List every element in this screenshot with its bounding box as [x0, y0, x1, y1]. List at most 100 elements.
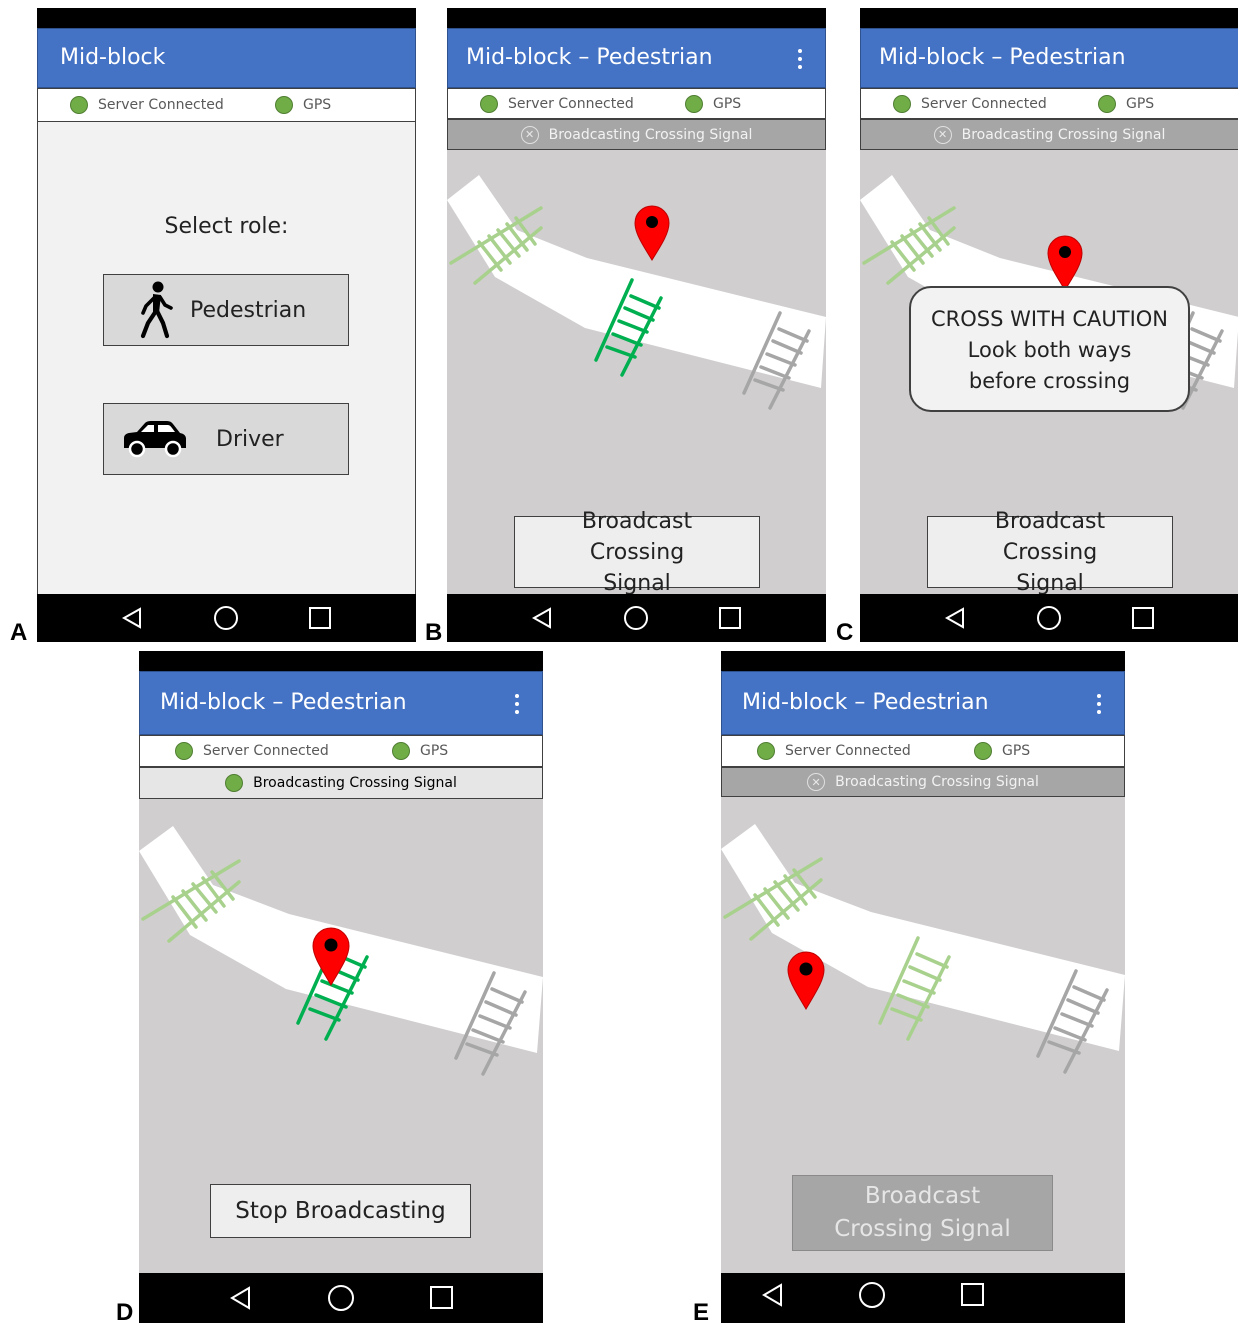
- gps-status-label: GPS: [303, 97, 332, 113]
- select-role-label: Select role:: [164, 214, 289, 239]
- circle-home-icon[interactable]: [1037, 606, 1061, 630]
- green-dot-icon: [974, 742, 992, 760]
- connection-status-row: Server Connected GPS: [721, 735, 1125, 767]
- green-dot-icon: [1098, 94, 1116, 113]
- green-dot-icon: [225, 774, 244, 792]
- status-bar: [721, 651, 1125, 671]
- road: [721, 824, 1125, 1051]
- triangle-back-icon[interactable]: [121, 607, 141, 629]
- app-header: Mid-block: [37, 28, 416, 88]
- connection-status-row: Server Connected GPS: [860, 88, 1238, 119]
- gps-status-label: GPS: [420, 743, 449, 759]
- page-title: Mid-block – Pedestrian: [742, 690, 989, 715]
- status-bar: [37, 8, 416, 28]
- server-status: Server Connected: [480, 94, 634, 113]
- gps-status: GPS: [1098, 94, 1154, 113]
- driver-role-button[interactable]: Driver: [103, 403, 349, 475]
- panel-label-c: C: [836, 619, 854, 646]
- map-view[interactable]: CROSS WITH CAUTION Look both ways before…: [860, 150, 1238, 596]
- server-status: Server Connected: [893, 94, 1047, 113]
- circle-home-icon[interactable]: [214, 606, 238, 630]
- gps-status-label: GPS: [1002, 743, 1031, 759]
- green-dot-icon: [175, 742, 193, 760]
- driver-role-label: Driver: [216, 426, 284, 452]
- broadcast-status-label: Broadcasting Crossing Signal: [835, 774, 1039, 790]
- app-header: Mid-block – Pedestrian: [447, 28, 826, 88]
- triangle-back-icon[interactable]: [531, 607, 551, 629]
- broadcast-status-label: Broadcasting Crossing Signal: [961, 126, 1166, 143]
- square-recents-icon[interactable]: [430, 1286, 453, 1309]
- broadcast-crossing-signal-button[interactable]: Broadcast Crossing Signal: [792, 1175, 1053, 1251]
- broadcast-status-label: Broadcasting Crossing Signal: [253, 775, 457, 791]
- broadcast-crossing-signal-button[interactable]: Broadcast Crossing Signal: [927, 509, 1173, 596]
- circle-home-icon[interactable]: [624, 606, 648, 630]
- status-bar: [860, 8, 1238, 28]
- square-recents-icon[interactable]: [719, 607, 741, 629]
- broadcast-status-row: ✕ Broadcasting Crossing Signal: [721, 767, 1125, 797]
- server-status-label: Server Connected: [203, 743, 329, 759]
- triangle-back-icon[interactable]: [944, 607, 964, 629]
- server-status: Server Connected: [175, 742, 329, 760]
- caution-title: CROSS WITH CAUTION: [930, 307, 1169, 331]
- phone-screen-a: Mid-block Server Connected GPS Select ro…: [37, 8, 416, 642]
- square-recents-icon[interactable]: [309, 607, 331, 629]
- broadcast-status-row: ✕ Broadcasting Crossing Signal: [860, 119, 1238, 150]
- android-nav-bar: [139, 1273, 543, 1323]
- triangle-back-icon[interactable]: [230, 1286, 250, 1310]
- green-dot-icon: [685, 94, 703, 113]
- square-recents-icon[interactable]: [1132, 607, 1154, 629]
- kebab-menu-icon[interactable]: [797, 49, 803, 71]
- phone-screen-e: Mid-block – Pedestrian Server Connected …: [721, 651, 1125, 1323]
- map-view[interactable]: Broadcast Crossing Signal: [447, 150, 826, 596]
- square-recents-icon[interactable]: [961, 1283, 984, 1306]
- gps-status: GPS: [392, 742, 448, 760]
- gps-status: GPS: [685, 94, 742, 113]
- car-icon: [124, 421, 186, 458]
- map-view[interactable]: Broadcast Crossing Signal: [721, 797, 1125, 1273]
- status-bar: [447, 8, 826, 28]
- green-dot-icon: [757, 742, 775, 760]
- connection-status-row: Server Connected GPS: [447, 88, 826, 119]
- green-dot-icon: [392, 742, 410, 760]
- android-nav-bar: [447, 594, 826, 642]
- green-dot-icon: [893, 94, 911, 113]
- circle-home-icon[interactable]: [328, 1285, 354, 1311]
- server-status-label: Server Connected: [921, 95, 1047, 112]
- gps-status-label: GPS: [713, 95, 742, 112]
- panel-label-a: A: [10, 619, 28, 646]
- page-title: Mid-block – Pedestrian: [160, 690, 407, 715]
- phone-screen-c: Mid-block – Pedestrian Server Connected …: [860, 8, 1238, 642]
- x-circle-icon: ✕: [933, 125, 952, 144]
- page-title: Mid-block – Pedestrian: [879, 45, 1126, 70]
- app-header: Mid-block – Pedestrian: [860, 28, 1238, 88]
- server-status: Server Connected: [70, 96, 224, 114]
- android-nav-bar: [721, 1273, 1125, 1323]
- role-selection-area: Select role: Pedestrian Driver: [37, 122, 416, 594]
- server-status-label: Server Connected: [98, 97, 224, 113]
- android-nav-bar: [860, 594, 1238, 642]
- map-view[interactable]: Stop Broadcasting: [139, 799, 543, 1273]
- pedestrian-role-button[interactable]: Pedestrian: [103, 274, 349, 346]
- map-pin-icon: [634, 205, 670, 261]
- app-header: Mid-block – Pedestrian: [139, 671, 543, 735]
- gps-status: GPS: [974, 742, 1030, 760]
- x-circle-icon: ✕: [807, 773, 826, 791]
- circle-home-icon[interactable]: [859, 1282, 885, 1308]
- connection-status-row: Server Connected GPS: [37, 88, 416, 122]
- triangle-back-icon[interactable]: [762, 1283, 782, 1307]
- kebab-menu-icon[interactable]: [514, 694, 520, 716]
- status-bar: [139, 651, 543, 671]
- phone-screen-d: Mid-block – Pedestrian Server Connected …: [139, 651, 543, 1323]
- broadcast-crossing-signal-button[interactable]: Broadcast Crossing Signal: [514, 509, 760, 596]
- kebab-menu-icon[interactable]: [1096, 694, 1102, 716]
- server-status-label: Server Connected: [785, 743, 911, 759]
- map-pin-icon: [787, 951, 825, 1010]
- broadcast-status-label: Broadcasting Crossing Signal: [548, 126, 753, 143]
- x-circle-icon: ✕: [520, 125, 539, 144]
- pedestrian-role-label: Pedestrian: [190, 297, 307, 323]
- stop-broadcasting-button[interactable]: Stop Broadcasting: [210, 1184, 471, 1238]
- connection-status-row: Server Connected GPS: [139, 735, 543, 767]
- server-status: Server Connected: [757, 742, 911, 760]
- caution-message: Look both ways before crossing: [967, 338, 1132, 393]
- walking-person-icon: [140, 281, 173, 339]
